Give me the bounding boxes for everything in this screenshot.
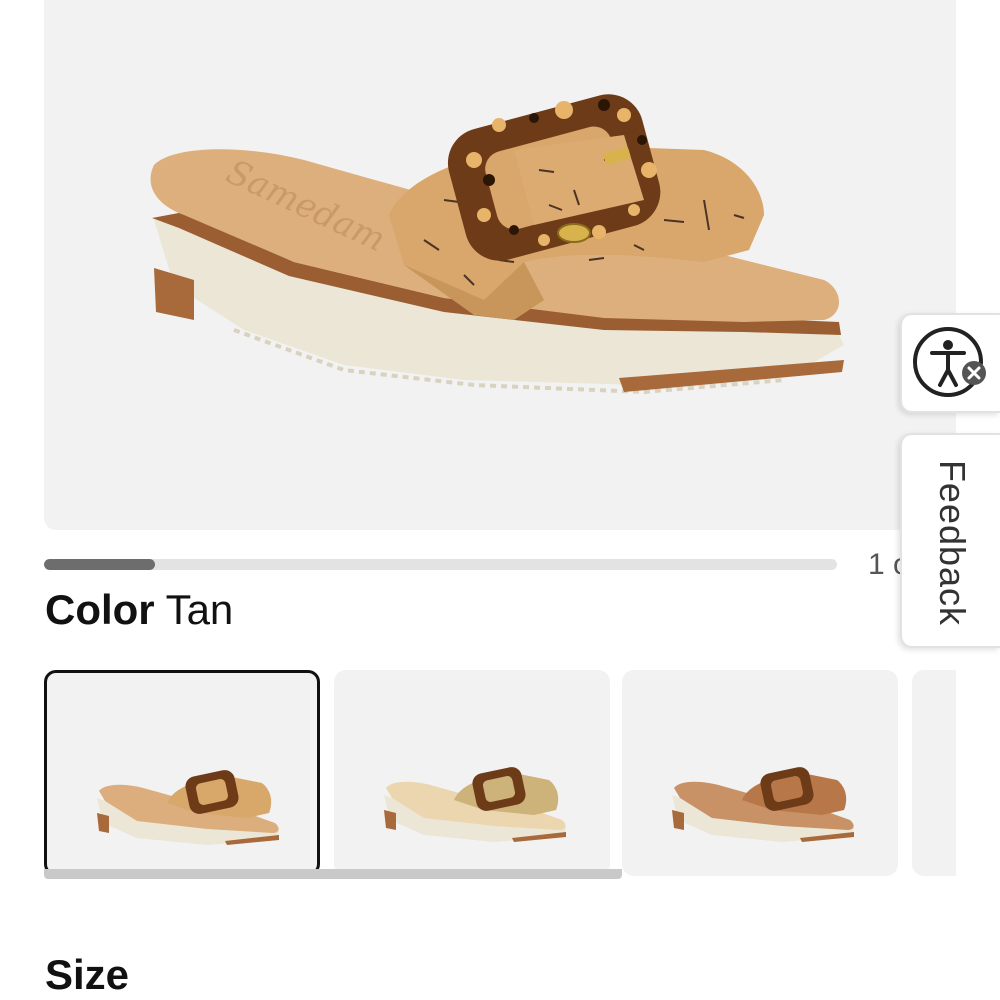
gallery-progress-bar: [44, 559, 837, 570]
feedback-button[interactable]: Feedback: [900, 433, 1000, 648]
swatch-image: [672, 767, 854, 842]
gallery-progress-fill: [44, 559, 156, 570]
swatch-image: [384, 767, 566, 842]
color-selection-label: Color Tan: [45, 585, 233, 635]
swatch-scrollbar-thumb[interactable]: [44, 869, 622, 879]
color-swatch-more[interactable]: [912, 670, 956, 876]
product-image: Samedam: [150, 94, 844, 395]
swatch-image: [97, 770, 279, 845]
accessibility-icon: [913, 327, 986, 397]
color-swatch-cognac[interactable]: [622, 670, 898, 876]
color-value: Tan: [165, 586, 234, 633]
product-image-gallery[interactable]: Samedam: [44, 0, 956, 530]
size-heading: Size: [45, 951, 130, 998]
color-label: Color: [45, 586, 155, 633]
color-swatch-carousel[interactable]: [44, 670, 956, 880]
swatch-scrollbar[interactable]: [44, 869, 956, 879]
accessibility-button[interactable]: [900, 313, 1000, 413]
feedback-label: Feedback: [932, 459, 973, 627]
color-swatch-gold[interactable]: [334, 670, 610, 876]
color-swatch-tan[interactable]: [44, 670, 320, 876]
